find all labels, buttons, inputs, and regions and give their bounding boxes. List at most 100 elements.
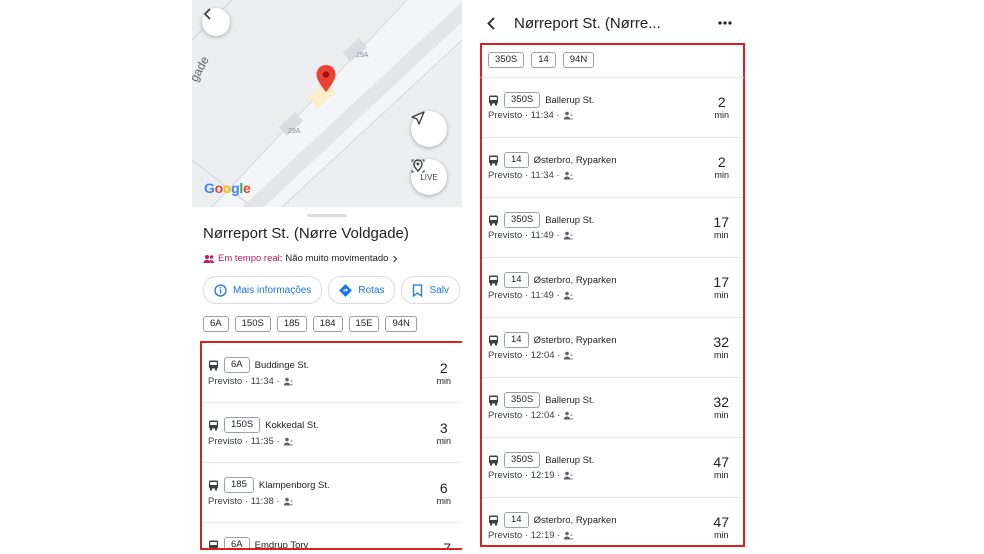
bus-icon: [209, 360, 218, 370]
route-badge[interactable]: 14: [531, 52, 556, 68]
occupancy-icon: [564, 351, 574, 360]
minutes-unit: min: [436, 496, 451, 506]
destination: Østerbro, Ryparken: [533, 514, 617, 526]
departure-row[interactable]: 150S Kokkedal St. Previsto · 11:35 · 3 m…: [202, 403, 462, 463]
info-icon: [214, 283, 227, 297]
route-badge[interactable]: 15E: [348, 316, 380, 332]
departure-row[interactable]: 6A Emdrup Torv 7: [202, 523, 462, 550]
destination: Buddinge St.: [254, 359, 310, 371]
realtime-status[interactable]: Em tempo real: Não muito movimentado: [203, 253, 399, 264]
map-label: 29A: [356, 52, 369, 59]
my-location-button[interactable]: [411, 111, 447, 147]
departure-time: Previsto · 12:04 ·: [488, 410, 561, 421]
destination: Ballerup St.: [545, 394, 595, 406]
minutes-unit: min: [713, 530, 729, 540]
departure-time: Previsto · 12:19 ·: [488, 530, 561, 541]
departure-row[interactable]: 14 Østerbro, Ryparken Previsto · 11:34 ·…: [482, 138, 743, 198]
departure-time: Previsto · 11:49 ·: [488, 290, 560, 301]
departure-time: Previsto · 12:19 ·: [488, 470, 561, 481]
destination: Kokkedal St.: [265, 419, 319, 431]
back-button[interactable]: [202, 8, 230, 36]
departure-row[interactable]: 350S Ballerup St. Previsto · 12:19 · 47 …: [482, 438, 743, 498]
save-button[interactable]: Salv: [401, 276, 460, 304]
route-badge[interactable]: 6A: [203, 316, 229, 332]
destination: Østerbro, Ryparken: [533, 274, 617, 286]
occupancy-icon: [564, 531, 574, 540]
destination: Østerbro, Ryparken: [533, 334, 617, 346]
destination: Ballerup St.: [545, 454, 595, 466]
minutes-value: 2: [717, 154, 726, 170]
map-view[interactable]: 29A 29A gade LIVE Google: [192, 0, 462, 207]
minutes-value: 17: [713, 274, 729, 290]
live-view-icon: [411, 159, 425, 173]
location-pin-icon[interactable]: [316, 65, 336, 93]
route-badge: 14: [504, 152, 529, 168]
chevron-left-icon: [203, 8, 211, 20]
departure-time: Previsto · 11:38 ·: [208, 496, 280, 507]
people-icon: [203, 254, 214, 263]
departure-row[interactable]: 14 Østerbro, Ryparken Previsto · 11:49 ·…: [482, 258, 743, 318]
minutes-value: 32: [713, 394, 729, 410]
route-badge: 185: [224, 477, 254, 493]
bus-icon: [489, 155, 498, 165]
departure-row[interactable]: 185 Klampenborg St. Previsto · 11:38 · 6…: [202, 463, 462, 523]
occupancy-icon: [283, 377, 293, 386]
route-badge: 14: [504, 332, 529, 348]
live-view-button[interactable]: LIVE: [411, 159, 447, 195]
route-badge[interactable]: 94N: [562, 52, 595, 68]
destination: Ballerup St.: [545, 214, 595, 226]
directions-icon: [339, 283, 353, 297]
minutes-unit: min: [436, 376, 451, 386]
route-badge: 14: [504, 272, 529, 288]
destination: Ballerup St.: [545, 94, 595, 106]
more-info-button[interactable]: Mais informações: [203, 276, 323, 304]
route-badge[interactable]: 185: [276, 316, 307, 332]
route-badge: 350S: [504, 92, 541, 108]
minutes-value: 47: [713, 514, 729, 530]
route-badge[interactable]: 94N: [385, 316, 417, 332]
departure-row[interactable]: 350S Ballerup St. Previsto · 12:04 · 32 …: [482, 378, 743, 438]
action-chips: Mais informações Rotas Salv: [203, 276, 460, 304]
crowd-status: Não muito movimentado: [285, 253, 389, 264]
departure-row[interactable]: 14 Østerbro, Ryparken Previsto · 12:19 ·…: [482, 498, 743, 545]
departure-time: Previsto · 11:34 ·: [488, 170, 560, 181]
route-badge[interactable]: 184: [312, 316, 343, 332]
navigation-arrow-icon: [411, 111, 425, 125]
occupancy-icon: [563, 171, 573, 180]
departure-row[interactable]: 350S Ballerup St. Previsto · 11:34 · 2 m…: [482, 78, 743, 138]
route-badge: 350S: [504, 392, 541, 408]
route-filter-row: 6A 150S 185 184 15E 94N: [203, 316, 417, 332]
route-badge: 350S: [504, 212, 541, 228]
minutes-value: 3: [439, 420, 448, 436]
departure-time: Previsto · 12:04 ·: [488, 350, 561, 361]
realtime-separator: :: [279, 253, 283, 264]
sheet-drag-handle[interactable]: [307, 214, 347, 217]
route-badge: 150S: [224, 417, 261, 433]
occupancy-icon: [283, 497, 293, 506]
departure-time: Previsto · 11:34 ·: [208, 376, 280, 387]
route-badge[interactable]: 350S: [488, 52, 525, 68]
departure-row[interactable]: 14 Østerbro, Ryparken Previsto · 12:04 ·…: [482, 318, 743, 378]
google-logo: Google: [204, 180, 251, 196]
departure-row[interactable]: 6A Buddinge St. Previsto · 11:34 · 2 min: [202, 343, 462, 403]
route-badge[interactable]: 150S: [234, 316, 271, 332]
more-options-icon[interactable]: [718, 21, 732, 25]
departure-time: Previsto · 11:35 ·: [208, 436, 280, 447]
destination: Emdrup Torv: [254, 539, 309, 550]
route-badge: 6A: [224, 537, 250, 548]
bus-icon: [489, 335, 498, 345]
occupancy-icon: [564, 471, 574, 480]
live-label: LIVE: [420, 173, 438, 182]
minutes-unit: min: [714, 110, 729, 120]
departures-list: 6A Buddinge St. Previsto · 11:34 · 2 min…: [200, 341, 462, 550]
departure-row[interactable]: 350S Ballerup St. Previsto · 11:49 · 17 …: [482, 198, 743, 258]
left-screen: 29A 29A gade LIVE Google Nørreport St. (…: [192, 0, 462, 554]
bookmark-icon: [413, 283, 423, 297]
directions-button[interactable]: Rotas: [328, 276, 396, 304]
minutes-unit: min: [713, 290, 729, 300]
departures-list: 350S Ballerup St. Previsto · 11:34 · 2 m…: [480, 77, 745, 547]
minutes-unit: min: [713, 350, 729, 360]
bus-icon: [489, 395, 498, 405]
back-arrow-icon[interactable]: [486, 17, 498, 30]
destination: Klampenborg St.: [258, 479, 330, 491]
